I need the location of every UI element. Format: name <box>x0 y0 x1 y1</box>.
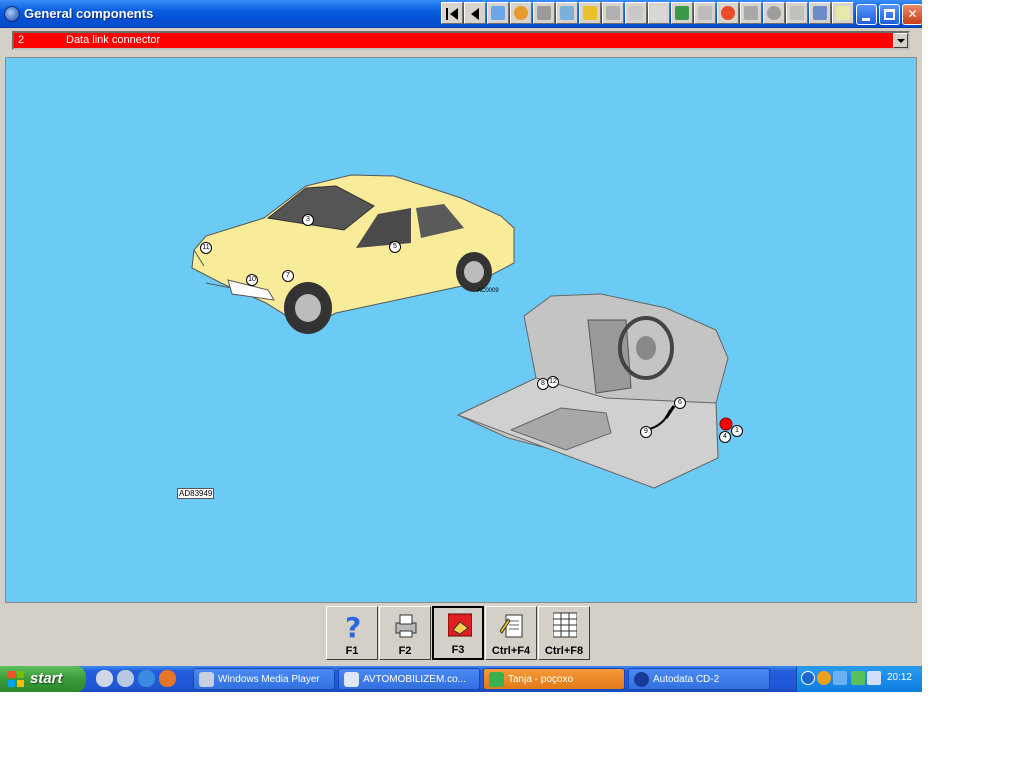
messenger-icon <box>489 672 504 687</box>
tool-3-icon[interactable] <box>533 2 555 24</box>
prev-page-icon[interactable] <box>464 2 486 24</box>
desktop-quick-icon[interactable] <box>117 670 134 687</box>
callout-5[interactable]: 5 <box>389 241 401 253</box>
callout-3[interactable]: 3 <box>302 214 314 226</box>
book-button[interactable]: F3 <box>432 606 484 660</box>
chevron-down-icon[interactable] <box>893 33 908 48</box>
window-title: General components <box>24 6 154 21</box>
component-diagram: 3 11 10 7 5 AC0009 8 12 6 9 4 1 AD83949 <box>5 57 917 603</box>
task-label: Tanja - poçoxo <box>508 674 574 685</box>
start-button[interactable]: start <box>0 666 86 692</box>
tool-9-icon[interactable] <box>671 2 693 24</box>
tool-14-icon[interactable] <box>786 2 808 24</box>
taskbar: start Windows Media Player AVTOMOBILIZEM… <box>0 666 922 692</box>
task-label: Windows Media Player <box>218 674 320 685</box>
help-button[interactable]: ? F1 <box>326 606 378 660</box>
tool-11-icon[interactable] <box>717 2 739 24</box>
print-button[interactable]: F2 <box>379 606 431 660</box>
tool-4-icon[interactable] <box>556 2 578 24</box>
tool-13-icon[interactable] <box>763 2 785 24</box>
help-key-label: F1 <box>345 645 359 657</box>
task-autodata[interactable]: Autodata CD-2 <box>628 668 770 690</box>
selector-row: 2 Data link connector <box>0 28 922 54</box>
tool-1-icon[interactable] <box>487 2 509 24</box>
title-bar[interactable]: General components ✕ <box>0 0 923 28</box>
tool-6-icon[interactable] <box>602 2 624 24</box>
table-key-label: Ctrl+F8 <box>544 645 584 657</box>
tool-5-icon[interactable] <box>579 2 601 24</box>
function-key-bar: ? F1 F2 F3 Ctrl+F4 Ctrl+F8 <box>326 606 590 660</box>
help-question-icon: ? <box>345 611 361 641</box>
application-window: General components ✕ 2 Data link connect… <box>0 0 923 692</box>
tool-8-icon[interactable] <box>648 2 670 24</box>
notes-button[interactable]: Ctrl+F4 <box>485 606 537 660</box>
callout-7[interactable]: 7 <box>282 270 294 282</box>
table-button[interactable]: Ctrl+F8 <box>538 606 590 660</box>
red-book-icon <box>448 613 472 637</box>
windows-logo-icon <box>8 671 24 687</box>
svg-text:?: ? <box>345 611 361 641</box>
tool-15-icon[interactable] <box>809 2 831 24</box>
task-messenger[interactable]: Tanja - poçoxo <box>483 668 625 690</box>
tray-app-icon[interactable] <box>817 671 831 685</box>
callout-11[interactable]: 11 <box>200 242 212 254</box>
component-dropdown[interactable]: 2 Data link connector <box>12 31 910 50</box>
firefox-quick-icon[interactable] <box>159 670 176 687</box>
callout-1[interactable]: 1 <box>731 425 743 437</box>
maximize-icon[interactable] <box>879 4 900 25</box>
close-icon[interactable]: ✕ <box>902 4 923 25</box>
task-media-player[interactable]: Windows Media Player <box>193 668 335 690</box>
media-player-icon <box>199 672 214 687</box>
task-label: Autodata CD-2 <box>653 674 720 685</box>
notes-key-label: Ctrl+F4 <box>491 645 531 657</box>
network-icon[interactable] <box>833 671 847 685</box>
table-list-icon <box>553 612 577 638</box>
book-key-label: F3 <box>451 644 465 656</box>
callout-9[interactable]: 9 <box>640 426 652 438</box>
print-key-label: F2 <box>398 645 412 657</box>
quick-launch <box>96 670 176 687</box>
component-number: 2 <box>18 34 25 46</box>
data-link-connector-marker[interactable] <box>719 417 733 431</box>
notepad-pencil-icon <box>500 614 523 638</box>
callout-12[interactable]: 12 <box>547 376 559 388</box>
tool-10-icon[interactable] <box>694 2 716 24</box>
callout-6[interactable]: 6 <box>674 397 686 409</box>
component-label: Data link connector <box>66 34 161 46</box>
autodata-icon <box>634 672 649 687</box>
start-label: start <box>30 670 63 687</box>
window-controls: ✕ <box>856 4 923 25</box>
tool-16-icon[interactable] <box>832 2 854 24</box>
browser-doc-icon <box>344 672 359 687</box>
system-tray: 20:12 <box>796 666 922 692</box>
diagram-reference-code: AD83949 <box>177 488 215 499</box>
media-player-quick-icon[interactable] <box>96 670 113 687</box>
car-image-code: AC0009 <box>477 288 499 294</box>
cabin-illustration <box>456 293 733 489</box>
tool-2-icon[interactable] <box>510 2 532 24</box>
diagram-illustration <box>191 174 733 489</box>
tray-expand-icon[interactable] <box>801 671 815 685</box>
toolbar <box>441 2 855 24</box>
clock: 20:12 <box>886 672 912 683</box>
messenger-tray-icon[interactable] <box>851 671 865 685</box>
tool-7-icon[interactable] <box>625 2 647 24</box>
car-illustration <box>191 174 515 334</box>
printer-icon <box>395 614 417 638</box>
volume-icon[interactable] <box>867 671 881 685</box>
ie-quick-icon[interactable] <box>138 670 155 687</box>
callout-4[interactable]: 4 <box>719 431 731 443</box>
app-globe-icon <box>4 6 20 22</box>
tool-12-icon[interactable] <box>740 2 762 24</box>
callout-10[interactable]: 10 <box>246 274 258 286</box>
task-label: AVTOMOBILIZEM.co... <box>363 674 466 685</box>
minimize-icon[interactable] <box>856 4 877 25</box>
first-page-icon[interactable] <box>441 2 463 24</box>
task-browser[interactable]: AVTOMOBILIZEM.co... <box>338 668 480 690</box>
